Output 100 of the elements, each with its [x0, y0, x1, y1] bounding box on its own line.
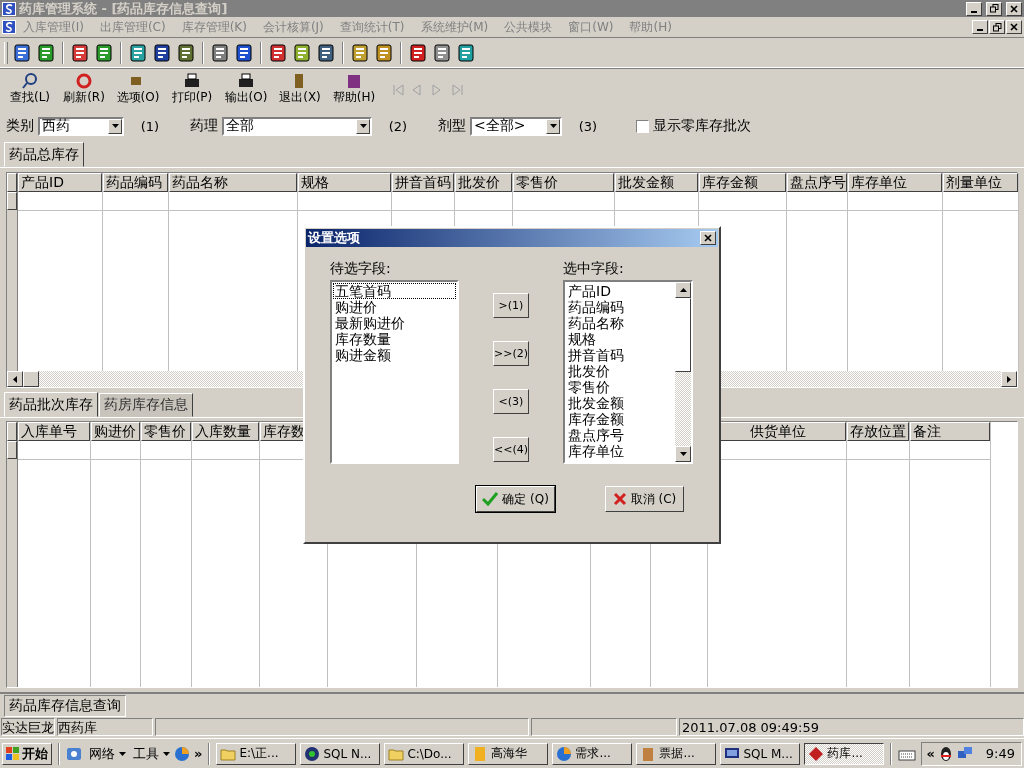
clipboard-icon[interactable] [70, 42, 90, 63]
window-tab[interactable]: 药品库存信息查询 [4, 695, 126, 717]
restore-button[interactable] [986, 1, 1002, 16]
list-item[interactable]: 购进金额 [333, 347, 456, 363]
more-button[interactable]: » [194, 746, 203, 761]
list-box[interactable]: 产品ID 药品编码 药品名称 规格 拼音首码 批发价 零售价 批发金额 库存金额 盘点序号 库存单位 [563, 280, 693, 464]
list-item[interactable]: 批发价 [566, 363, 674, 379]
minimize-icon [977, 29, 983, 31]
taskbar-button[interactable]: SQL N... [300, 742, 381, 765]
column-header[interactable]: 备注 [910, 422, 990, 441]
column-header[interactable]: 库存金额 [699, 173, 786, 192]
close-button[interactable] [700, 231, 716, 245]
column-header[interactable]: 批发金额 [615, 173, 698, 192]
column-header[interactable]: 入库数量 [192, 422, 259, 441]
list-item[interactable]: 药品编码 [566, 299, 674, 315]
clock: 9:49 [985, 746, 1015, 761]
start-button[interactable]: 开始 [2, 742, 52, 765]
dialog-title: 设置选项 [308, 229, 360, 247]
column-header[interactable]: 批发价 [455, 173, 512, 192]
taskbar-button[interactable]: 票据... [636, 742, 717, 765]
list-item[interactable]: 库存单位 [566, 443, 674, 459]
column-header[interactable]: 盘点序号 [787, 173, 847, 192]
down-arrow-icon [679, 452, 687, 456]
vertical-scrollbar[interactable] [675, 282, 691, 462]
list-item[interactable]: 库存金额 [566, 411, 674, 427]
toolbar-menu[interactable]: 网络 [86, 744, 115, 763]
move-button[interactable]: >>(2) [493, 341, 529, 366]
list-item[interactable]: 盘点序号 [566, 427, 674, 443]
column-header[interactable]: 零售价 [141, 422, 191, 441]
move-button[interactable]: >(1) [493, 293, 529, 318]
checkbox[interactable] [636, 119, 649, 133]
taskbar-button[interactable]: 高海华 [468, 742, 549, 765]
move-button[interactable]: <(3) [493, 389, 529, 414]
tab[interactable]: 药房库存信息 [99, 393, 193, 417]
tab[interactable]: 药品总库存 [4, 142, 84, 167]
dropdown[interactable]: 全部 [222, 116, 372, 136]
scroll-thumb[interactable] [23, 371, 39, 387]
toolbar-button[interactable]: 打印(P) [166, 73, 218, 106]
taskbar-button[interactable]: SQL M... [720, 742, 801, 765]
filter-label: 剂型 [438, 117, 466, 135]
taskbar-button[interactable]: C:\Do... [384, 742, 465, 765]
windows-logo-icon [6, 747, 20, 760]
shortcut-label: (1) [139, 118, 161, 134]
tab[interactable]: 药品批次库存 [4, 392, 98, 417]
list-item[interactable]: 库存数量 [333, 331, 456, 347]
column-header[interactable]: 存放位置 [847, 422, 909, 441]
scroll-up-button[interactable] [675, 282, 691, 298]
list-item[interactable]: 五笔首码 [333, 283, 456, 299]
toolbar-button[interactable]: 查找(L) [4, 73, 56, 106]
column-header[interactable]: 入库单号 [18, 422, 90, 441]
restore-icon [992, 22, 1002, 32]
clipboard-icon[interactable] [128, 42, 148, 63]
column-header[interactable]: 库存单位 [848, 173, 942, 192]
dropdown[interactable]: 西药 [38, 116, 124, 136]
toolbar-button[interactable]: 帮助(H) [328, 73, 380, 106]
list-item[interactable]: 拼音首码 [566, 347, 674, 363]
scroll-thumb[interactable] [675, 298, 691, 372]
restore-button[interactable] [989, 20, 1005, 34]
column-header[interactable]: 剂量单位 [943, 173, 1018, 192]
toolbar-button[interactable]: 刷新(R) [58, 73, 110, 106]
list-box[interactable]: 五笔首码 购进价 最新购进价 库存数量 购进金额 [330, 280, 459, 464]
close-button[interactable] [1006, 1, 1022, 16]
shortcut-label: (3) [577, 118, 599, 134]
column-header[interactable]: 药品名称 [169, 173, 297, 192]
column-header[interactable]: 拼音首码 [392, 173, 454, 192]
taskbar-button[interactable]: E:\正... [216, 742, 297, 765]
caret-icon[interactable] [163, 751, 170, 756]
list-item[interactable]: 最新购进价 [333, 315, 456, 331]
shortcut-label: (2) [387, 118, 409, 134]
list-item[interactable]: 规格 [566, 331, 674, 347]
list-item[interactable]: 批发金额 [566, 395, 674, 411]
scroll-left-button[interactable] [7, 371, 23, 387]
move-button[interactable]: <<(4) [493, 437, 529, 462]
toolbar-menu[interactable]: 工具 [130, 744, 159, 763]
expand-tray-button[interactable]: « [926, 746, 935, 761]
minimize-button[interactable] [972, 20, 988, 34]
column-header[interactable]: 零售价 [513, 173, 614, 192]
toolbar-button[interactable]: 输出(O) [220, 73, 272, 106]
taskbar-button[interactable]: 需求... [552, 742, 633, 765]
scroll-right-button[interactable] [1001, 371, 1017, 387]
cancel-button[interactable]: 取消 (C) [605, 486, 684, 512]
scroll-down-button[interactable] [675, 446, 691, 462]
column-header[interactable]: 产品ID [18, 173, 102, 192]
column-header[interactable]: 药品编码 [103, 173, 168, 192]
taskbar-button[interactable]: 药库... [804, 742, 885, 765]
list-item[interactable]: 购进价 [333, 299, 456, 315]
minimize-button[interactable] [966, 1, 982, 16]
caret-icon[interactable] [119, 751, 126, 756]
ok-button[interactable]: 确定 (Q) [476, 486, 555, 512]
close-button[interactable] [1006, 20, 1022, 34]
toolbar-button[interactable]: 选项(O) [112, 73, 164, 106]
list-item[interactable]: 产品ID [566, 283, 674, 299]
list-item[interactable]: 药品名称 [566, 315, 674, 331]
toolbar-button[interactable]: 退出(X) [274, 73, 326, 106]
clipboard-icon[interactable] [12, 42, 32, 63]
column-header[interactable]: 购进价 [91, 422, 140, 441]
dropdown[interactable]: <全部> [470, 116, 562, 136]
close-icon [1010, 23, 1018, 31]
column-header[interactable]: 规格 [298, 173, 391, 192]
list-item[interactable]: 零售价 [566, 379, 674, 395]
